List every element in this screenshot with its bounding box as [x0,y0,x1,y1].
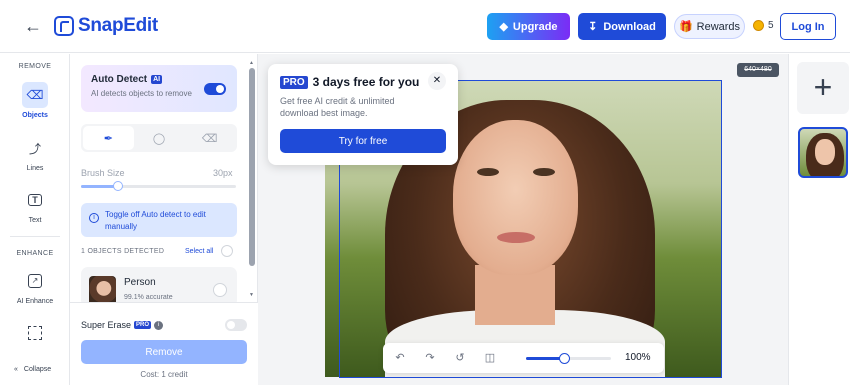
list-item[interactable]: Person 99.1% accurate [81,267,237,307]
auto-detect-label: Auto Detect [91,74,148,85]
rail-item-crop[interactable] [0,320,70,346]
zoom-handle[interactable] [559,353,571,364]
top-bar: ← SnapEdit ◆ Upgrade ↧ Download 🎁 Reward… [0,0,850,53]
select-all-link[interactable]: Select all [185,248,213,255]
auto-detect-card: Auto Detect AI AI detects objects to rem… [81,65,237,112]
logo-text: SnapEdit [78,15,158,36]
remove-button[interactable]: Remove [81,340,247,364]
rail-item-objects-label: Objects [22,112,48,119]
chevron-left-icon: « [14,366,18,373]
brush-tool-group: ✒ ◯ ⌫ [81,124,237,152]
download-label: Download [603,20,656,33]
lasso-tool-icon[interactable]: ◯ [134,126,185,150]
rail-item-ai-enhance[interactable]: ↗ AI Enhance [0,268,70,305]
auto-detect-toggle[interactable] [204,83,226,95]
credits-value: 5 [768,20,774,31]
rail-item-lines[interactable]: ⤴ Lines [0,135,70,173]
rail-item-text[interactable]: T Text [0,187,70,224]
tool-rail: REMOVE ⌫ Objects ⤴ Lines T Text ENHANCE … [0,54,70,385]
rewards-button[interactable]: 🎁 Rewards [674,14,745,39]
super-erase-label: Super Erase [81,320,132,330]
image-thumbnail[interactable] [798,127,848,178]
promo-pro-badge: PRO [280,75,308,89]
login-button[interactable]: Log In [780,13,836,40]
info-message: i Toggle off Auto detect to edit manuall… [81,203,237,237]
gift-icon: 🎁 [678,21,693,33]
object-select-radio[interactable] [213,283,227,297]
scroll-up-icon[interactable]: ▲ [249,60,254,66]
image-list-sidebar: + [788,54,850,385]
ai-badge: AI [151,75,163,84]
rail-item-lines-label: Lines [26,165,44,172]
undo-icon[interactable]: ↶ [393,351,407,365]
object-accuracy: 99.1% accurate [124,294,173,301]
pro-badge: PRO [134,321,152,329]
object-name: Person [124,277,156,288]
reset-icon[interactable]: ↺ [453,351,467,365]
thumb-face [815,139,835,165]
info-icon: i [89,213,99,223]
add-image-button[interactable]: + [797,62,849,114]
logo[interactable]: SnapEdit [54,15,158,37]
panel-footer: Super Erase PRO i Remove Cost: 1 credit [70,302,258,385]
enhance-section-label: ENHANCE [16,250,54,257]
crop-icon [22,320,48,346]
objects-detected-label: 1 OBJECTS DETECTED [81,248,165,255]
portrait-face [453,120,578,275]
rail-item-text-label: Text [28,217,42,224]
try-for-free-button[interactable]: Try for free [280,129,446,153]
redo-icon[interactable]: ↷ [423,351,437,365]
text-icon: T [22,187,48,213]
brush-size-slider[interactable] [81,181,236,191]
close-icon[interactable]: ✕ [428,72,446,90]
logo-mark-icon [54,16,74,36]
super-erase-toggle[interactable] [225,319,247,331]
download-icon: ↧ [588,21,598,33]
rail-divider [10,236,60,237]
upgrade-label: Upgrade [512,20,558,33]
remove-section-label: REMOVE [18,63,52,70]
rail-item-objects[interactable]: ⌫ Objects [0,82,70,119]
upgrade-button[interactable]: ◆ Upgrade [487,13,570,40]
scrollbar-thumb[interactable] [249,68,255,266]
promo-title-group: PRO 3 days free for you [280,75,419,89]
line-icon: ⤴ [28,141,41,156]
enhance-icon: ↗ [22,268,48,294]
zoom-slider[interactable] [526,353,611,364]
cost-label: Cost: 1 credit [140,370,188,379]
scroll-down-icon[interactable]: ▼ [249,292,254,298]
collapse-label: Collapse [23,366,52,373]
toggle-knob [216,85,224,93]
portrait-eye-left [477,168,499,176]
download-button[interactable]: ↧ Download [578,13,666,40]
compare-icon[interactable]: ◫ [483,351,497,365]
diamond-icon: ◆ [499,21,508,33]
select-all-radio[interactable] [221,245,233,257]
brush-size-value: 30px [213,168,233,178]
coin-icon [753,20,764,31]
promo-popup: PRO 3 days free for you ✕ Get free AI cr… [268,64,458,165]
info-icon[interactable]: i [154,320,164,330]
brush-size-handle[interactable] [113,181,124,191]
back-arrow-icon[interactable]: ← [22,15,44,37]
portrait-lips [497,232,535,243]
promo-text: Get free AI credit & unlimited download … [280,96,395,118]
panel-scrollbar[interactable]: ▲ ▼ [249,60,255,298]
portrait-eye-right [533,168,555,176]
super-erase-label-group: Super Erase PRO i [81,320,164,330]
info-text: Toggle off Auto detect to edit manually [105,210,206,231]
eraser-tool-icon[interactable]: ⌫ [184,126,235,150]
promo-title: 3 days free for you [312,75,420,89]
eraser-icon: ⌫ [22,82,48,108]
rail-item-ai-enhance-label: AI Enhance [16,298,54,305]
view-toolbar: ↶ ↷ ↺ ◫ 100% [383,343,664,373]
brush-size-label: Brush Size [81,168,125,178]
credits-counter: 5 [753,20,774,31]
collapse-button[interactable]: « Collapse [14,366,51,373]
brush-tool-icon[interactable]: ✒ [83,126,134,150]
zoom-value: 100% [625,352,651,363]
rewards-label: Rewards [696,20,741,33]
image-dimensions: 640×480 [737,63,779,77]
toggle-knob [227,321,235,329]
